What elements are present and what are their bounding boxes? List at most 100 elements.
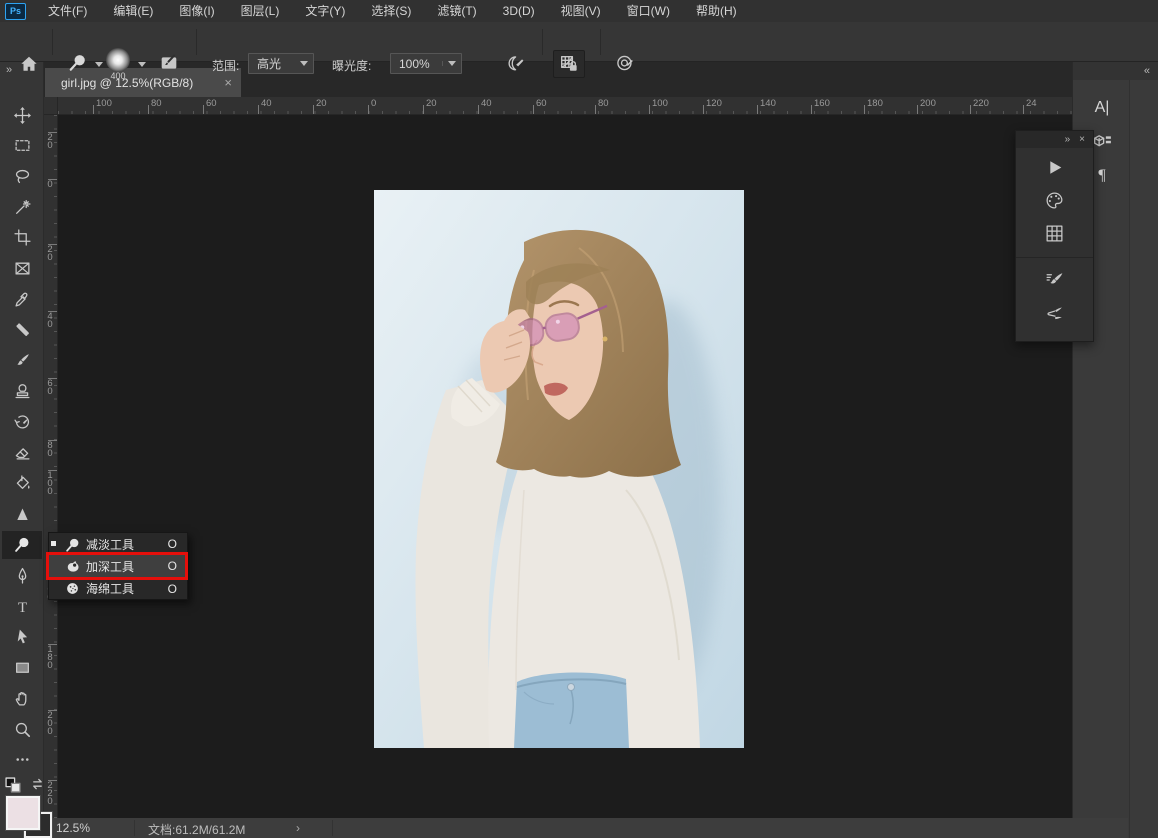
ruler-label: 200 bbox=[920, 98, 936, 109]
current-tool-icon[interactable] bbox=[68, 53, 88, 73]
panel-close-icon[interactable]: × bbox=[1079, 134, 1085, 145]
ruler-label: 0 bbox=[371, 98, 376, 109]
ruler-tick bbox=[48, 311, 57, 312]
actions-panel-icon[interactable] bbox=[1016, 152, 1093, 182]
ruler-label: 40 bbox=[45, 313, 55, 329]
menu-item[interactable]: 滤镜(T) bbox=[424, 0, 489, 22]
pen-tool[interactable] bbox=[2, 562, 42, 590]
frame-tool[interactable] bbox=[2, 255, 42, 283]
crop-tool[interactable] bbox=[2, 224, 42, 252]
ruler-label: 180 bbox=[45, 646, 55, 670]
dock-collapse-icon[interactable]: « bbox=[1144, 65, 1149, 77]
dodge-tool[interactable] bbox=[2, 531, 42, 559]
brushes-panel-icon[interactable] bbox=[1016, 298, 1093, 328]
menu-item[interactable]: 编辑(E) bbox=[100, 0, 166, 22]
brush-tool[interactable] bbox=[2, 347, 42, 375]
status-bar: 12.5% 文档:61.2M/61.2M › bbox=[44, 818, 1128, 838]
menu-item[interactable]: 文字(Y) bbox=[292, 0, 358, 22]
dodge-icon bbox=[62, 537, 82, 552]
ruler-corner bbox=[44, 97, 58, 115]
ruler-label: 20 bbox=[426, 98, 437, 109]
foreground-color-swatch[interactable] bbox=[6, 796, 40, 830]
ruler-tick bbox=[48, 440, 57, 441]
brush-settings-panel-icon[interactable] bbox=[1016, 265, 1093, 295]
floating-panel: » × bbox=[1015, 130, 1094, 342]
menu-item[interactable]: 窗口(W) bbox=[614, 0, 683, 22]
current-tool-marker bbox=[51, 541, 56, 546]
tab-close-icon[interactable]: × bbox=[215, 75, 241, 90]
exposure-select[interactable]: 100% bbox=[390, 53, 462, 74]
menu-item[interactable]: 图像(I) bbox=[166, 0, 227, 22]
magic-wand-tool[interactable] bbox=[2, 193, 42, 221]
document-size-info[interactable]: 文档:61.2M/61.2M bbox=[148, 821, 245, 838]
zoom-level-field[interactable]: 12.5% bbox=[56, 821, 90, 835]
horizontal-ruler: 1008060402002040608010012014016018020022… bbox=[58, 97, 1072, 115]
rectangular-marquee-tool[interactable] bbox=[2, 132, 42, 160]
ruler-label: 200 bbox=[45, 712, 55, 736]
status-chevron-icon[interactable]: › bbox=[296, 821, 300, 835]
toolbar-collapse-icon[interactable]: » bbox=[6, 64, 11, 76]
ruler-label: 140 bbox=[760, 98, 776, 109]
brush-size-value: 400 bbox=[103, 71, 133, 81]
edit-toolbar-button[interactable] bbox=[2, 746, 42, 774]
ruler-label: 220 bbox=[45, 782, 55, 806]
sponge-icon bbox=[62, 581, 82, 596]
protect-tones-button[interactable] bbox=[553, 50, 585, 78]
ruler-label: 80 bbox=[598, 98, 609, 109]
blur-tool[interactable] bbox=[2, 500, 42, 528]
ruler-label: 100 bbox=[96, 98, 112, 109]
menu-item[interactable]: 视图(V) bbox=[548, 0, 614, 22]
character-panel-icon[interactable]: A| bbox=[1085, 94, 1119, 122]
panel-collapse-icon[interactable]: » bbox=[1065, 134, 1071, 145]
move-tool[interactable] bbox=[2, 101, 42, 129]
healing-brush-tool[interactable] bbox=[2, 316, 42, 344]
menu-item[interactable]: 帮助(H) bbox=[683, 0, 750, 22]
brush-preview[interactable] bbox=[106, 48, 130, 72]
menu-item[interactable]: 图层(L) bbox=[228, 0, 293, 22]
ruler-label: 40 bbox=[481, 98, 492, 109]
ruler-tick bbox=[48, 470, 57, 471]
ruler-tick bbox=[48, 132, 57, 133]
ruler-label: 180 bbox=[867, 98, 883, 109]
home-icon[interactable] bbox=[20, 55, 38, 73]
pressure-size-icon[interactable] bbox=[616, 54, 634, 72]
history-brush-tool[interactable] bbox=[2, 408, 42, 436]
menu-item[interactable]: 文件(F) bbox=[35, 0, 100, 22]
default-colors-icon[interactable] bbox=[5, 777, 21, 798]
menu-item[interactable]: 3D(D) bbox=[490, 0, 548, 22]
menu-item[interactable]: 选择(S) bbox=[358, 0, 424, 22]
rectangle-tool[interactable] bbox=[2, 654, 42, 682]
swatches-panel-icon[interactable] bbox=[1016, 185, 1093, 215]
ruler-tick bbox=[48, 710, 57, 711]
tool-preset-caret-icon[interactable] bbox=[95, 62, 103, 67]
exposure-value: 100% bbox=[391, 57, 442, 71]
path-selection-tool[interactable] bbox=[2, 623, 42, 651]
ruler-tick bbox=[48, 780, 57, 781]
brush-picker-caret-icon[interactable] bbox=[138, 62, 146, 67]
photo-girl[interactable] bbox=[374, 190, 744, 748]
flyout-item-label: 海绵工具 bbox=[82, 580, 168, 597]
paint-bucket-tool[interactable] bbox=[2, 469, 42, 497]
zoom-tool[interactable] bbox=[2, 715, 42, 743]
sponge-tool-item[interactable]: 海绵工具O bbox=[49, 578, 187, 600]
range-select[interactable]: 高光 bbox=[248, 53, 314, 74]
floating-panel-header: » × bbox=[1016, 131, 1093, 148]
pattern-panel-icon[interactable] bbox=[1016, 218, 1093, 248]
airbrush-icon[interactable] bbox=[506, 54, 524, 72]
range-value: 高光 bbox=[249, 55, 295, 72]
ruler-tick bbox=[93, 105, 94, 114]
lasso-tool[interactable] bbox=[2, 162, 42, 190]
hand-tool[interactable] bbox=[2, 684, 42, 712]
ruler-tick bbox=[258, 105, 259, 114]
clone-stamp-tool[interactable] bbox=[2, 377, 42, 405]
eyedropper-tool[interactable] bbox=[2, 285, 42, 313]
vertical-ruler: 20020406080100160180200220 bbox=[44, 115, 58, 818]
status-divider bbox=[134, 820, 135, 836]
separator bbox=[196, 29, 197, 55]
type-tool[interactable]: T bbox=[2, 592, 42, 620]
ruler-label: 220 bbox=[973, 98, 989, 109]
options-bar: 400 范围: 高光 曝光度: 100% bbox=[0, 22, 1158, 62]
eraser-tool[interactable] bbox=[2, 439, 42, 467]
swap-colors-icon[interactable] bbox=[30, 776, 45, 796]
brush-settings-toggle-icon[interactable] bbox=[160, 54, 178, 72]
